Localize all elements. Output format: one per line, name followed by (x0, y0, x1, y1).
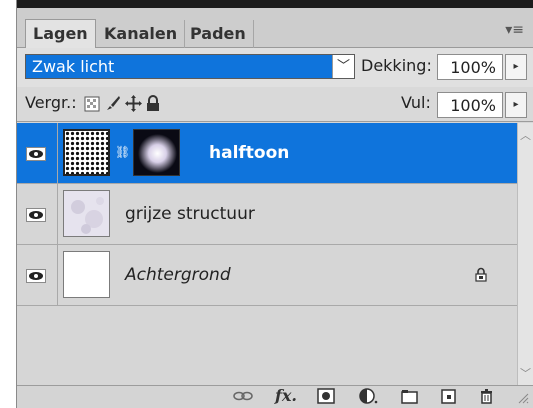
resize-grip-icon[interactable] (517, 392, 529, 404)
lock-brush-icon[interactable] (105, 95, 121, 112)
layer-thumbnail-background[interactable] (63, 251, 110, 298)
tab-bar: Lagen Kanalen Paden ▾≡ (17, 8, 533, 49)
fill-label: Vul: (401, 93, 431, 112)
fill-stepper-icon[interactable]: ▸ (505, 92, 527, 118)
blend-mode-value: Zwak licht (32, 57, 115, 76)
layer-name[interactable]: Achtergrond (125, 265, 231, 285)
panel-menu-icon[interactable]: ▾≡ (505, 22, 524, 38)
folder-icon[interactable] (401, 388, 419, 404)
eye-icon[interactable] (26, 269, 46, 283)
chain-link-icon[interactable]: ⛓ (115, 145, 130, 159)
trash-icon[interactable] (479, 388, 495, 405)
visibility-cell (17, 184, 58, 244)
eye-icon[interactable] (26, 147, 46, 161)
scroll-down-icon[interactable]: ﹀ (520, 365, 531, 381)
layers-scrollbar[interactable]: ︿ ﹀ (517, 123, 533, 385)
layer-thumbnail-texture[interactable] (63, 190, 110, 237)
layer-row-achtergrond[interactable]: Achtergrond (17, 245, 517, 306)
mask-icon[interactable] (317, 388, 335, 404)
lock-all-icon[interactable] (146, 95, 160, 112)
panel-top-border (17, 0, 533, 8)
opacity-input[interactable]: 100% (437, 54, 503, 80)
new-layer-icon[interactable] (441, 388, 457, 404)
panel-bottom-toolbar: fx. (17, 385, 533, 408)
chevron-down-icon[interactable]: ﹀ (332, 55, 354, 78)
layer-thumbnail-halftone[interactable] (63, 129, 110, 176)
layers-list: ⛓ halftoon grijze structuur Achtergrond (17, 123, 517, 385)
layer-name[interactable]: grijze structuur (125, 204, 255, 224)
layer-name[interactable]: halftoon (209, 143, 289, 163)
opacity-stepper-icon[interactable]: ▸ (505, 54, 527, 80)
layer-row-grijze-structuur[interactable]: grijze structuur (17, 184, 517, 245)
visibility-cell (17, 123, 58, 183)
link-icon[interactable] (233, 388, 253, 404)
eye-icon[interactable] (26, 208, 46, 222)
fx-icon[interactable]: fx. (275, 386, 297, 405)
fill-input[interactable]: 100% (437, 92, 503, 118)
layer-mask-thumbnail[interactable] (133, 129, 180, 176)
lock-icon (475, 267, 487, 282)
opacity-label: Dekking: (361, 56, 432, 75)
tab-lagen[interactable]: Lagen (25, 19, 96, 49)
blend-mode-select[interactable]: Zwak licht ﹀ (25, 54, 355, 79)
lock-label: Vergr.: (25, 93, 77, 112)
layer-row-halftoon[interactable]: ⛓ halftoon (17, 123, 517, 184)
visibility-cell (17, 245, 58, 305)
lock-row: Vergr.: Vul: 100% ▸ (17, 87, 533, 122)
adjustment-icon[interactable] (359, 388, 379, 404)
scroll-up-icon[interactable]: ︿ (520, 127, 531, 143)
layers-panel: Lagen Kanalen Paden ▾≡ Zwak licht ﹀ Dekk… (16, 0, 533, 408)
lock-move-icon[interactable] (125, 95, 142, 112)
tab-paden[interactable]: Paden (183, 20, 254, 49)
lock-transparency-icon[interactable] (84, 96, 100, 112)
blend-row: Zwak licht ﹀ Dekking: 100% ▸ (17, 48, 533, 87)
tab-kanalen[interactable]: Kanalen (97, 20, 186, 49)
